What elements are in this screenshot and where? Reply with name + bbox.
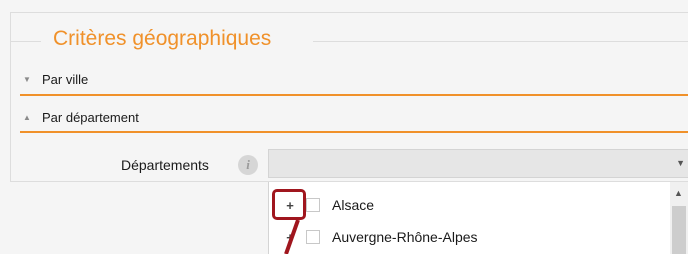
page: Critères géographiques ▼ Par ville ▲ Par… [0,0,688,254]
annotation-pointer-arrow [284,219,300,254]
